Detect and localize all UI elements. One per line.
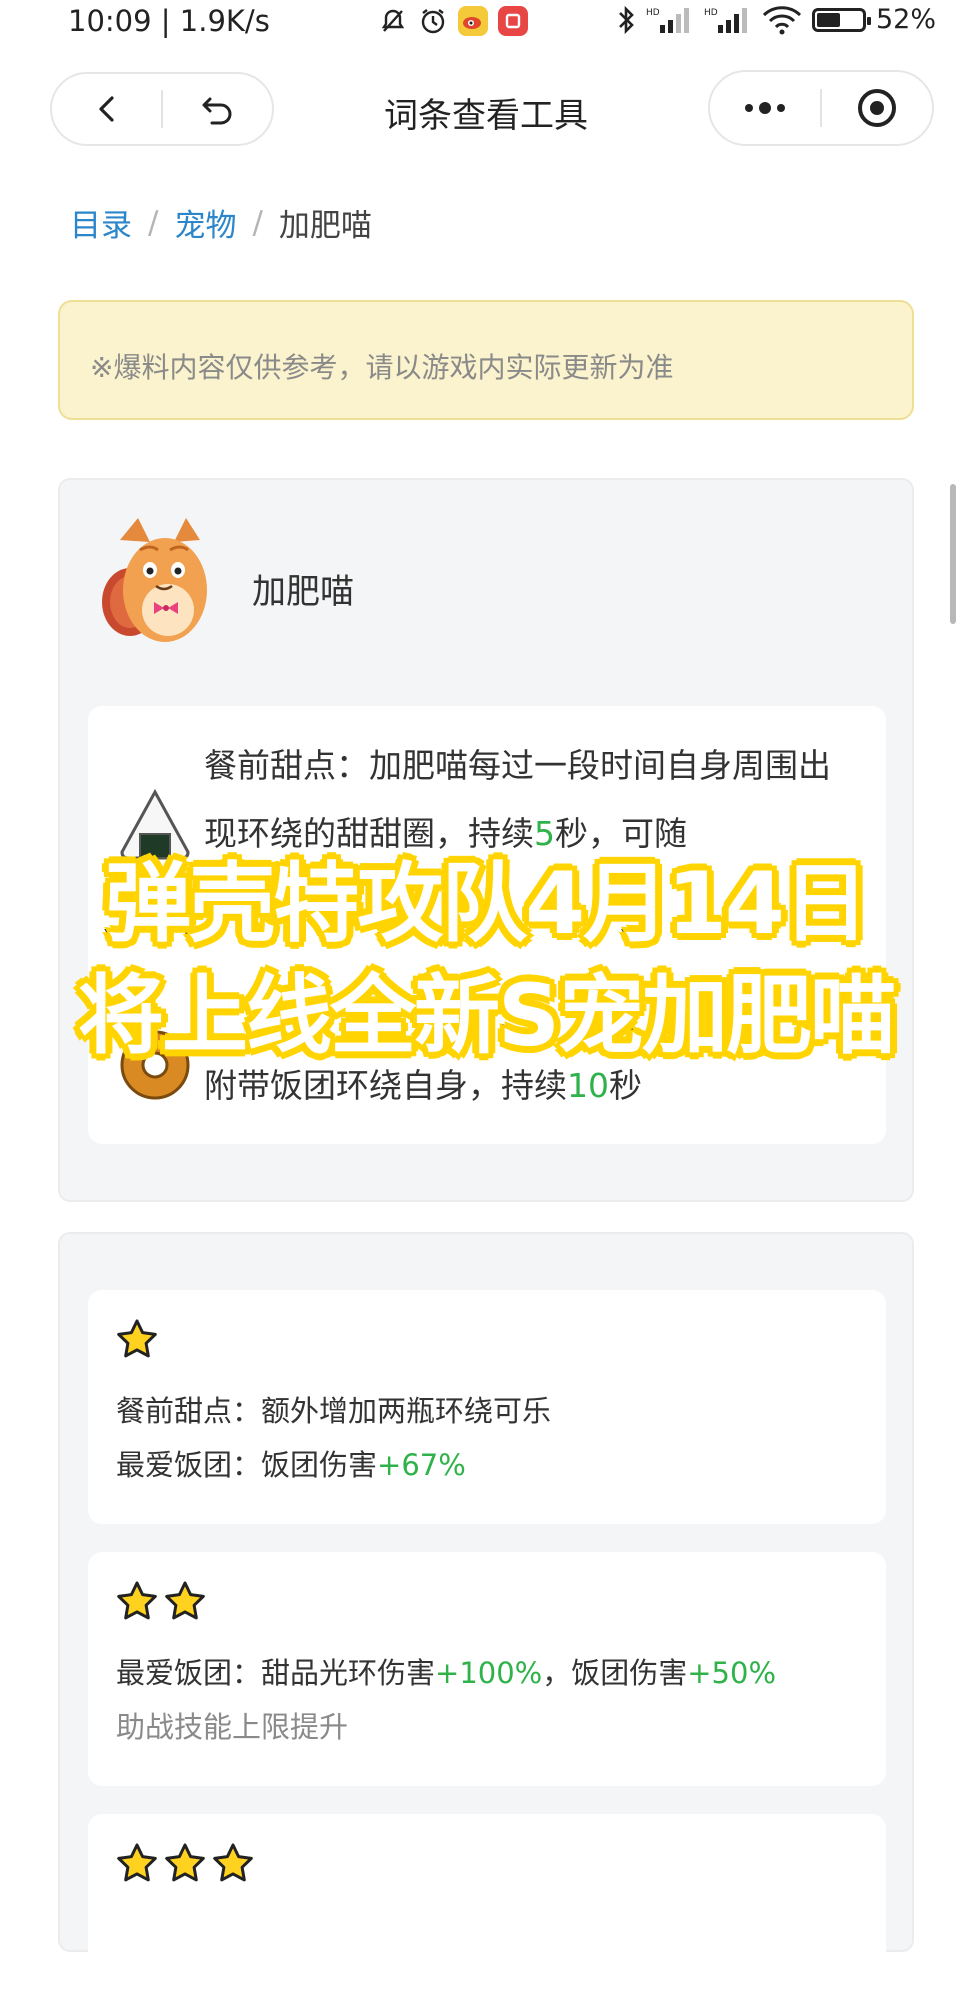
star-level-2: 最爱饭团：甜品光环伤害+100%，饭团伤害+50% 助战技能上限提升 bbox=[88, 1552, 886, 1786]
star-rating-3 bbox=[116, 1842, 254, 1888]
upgrade-value: +100% bbox=[435, 1656, 543, 1690]
weibo-icon bbox=[458, 6, 488, 36]
disclaimer-notice: ※爆料内容仅供参考，请以游戏内实际更新为准 bbox=[58, 300, 914, 420]
skill-1-part-2: 秒，可随 bbox=[555, 814, 687, 853]
signal-2-icon: HD bbox=[704, 7, 747, 33]
more-button[interactable] bbox=[710, 72, 820, 144]
svg-text:HD: HD bbox=[704, 8, 718, 18]
upgrade-text: ，饭团伤害 bbox=[542, 1656, 688, 1690]
pet-avatar-icon bbox=[102, 518, 207, 642]
skill-description-card: 餐前甜点：加肥喵每过一段时间自身周围出现环绕的甜甜圈，持续5秒，可随 附带饭团环… bbox=[88, 706, 886, 1144]
upgrade-value: +50% bbox=[687, 1656, 777, 1690]
pet-name: 加肥喵 bbox=[252, 572, 354, 612]
skill-1-part-1: 餐前甜点：加肥喵每过一段时间自身周围出现环绕的甜甜圈，持续 bbox=[204, 746, 831, 853]
skill-1-duration: 5 bbox=[534, 814, 555, 853]
battery-icon bbox=[811, 7, 871, 32]
status-bar: 10:09 | 1.9K/s HD HD 52% bbox=[0, 0, 972, 44]
battery-percent: 52% bbox=[875, 4, 936, 35]
upgrade-line: 餐前甜点：额外增加两瓶环绕可乐 bbox=[116, 1388, 551, 1430]
star-icon bbox=[164, 1842, 206, 1888]
pet-card: 加肥喵 餐前甜点：加肥喵每过一段时间自身周围出现环绕的甜甜圈，持续5秒，可随 附… bbox=[58, 478, 914, 1202]
upgrade-value: +67% bbox=[377, 1448, 466, 1482]
breadcrumb-separator: / bbox=[148, 204, 159, 241]
more-dots-icon bbox=[745, 102, 785, 114]
star-level-3 bbox=[88, 1814, 886, 2014]
breadcrumb-current: 加肥喵 bbox=[278, 208, 372, 244]
skill-text-2: 附带饭团环绕自身，持续10秒 bbox=[204, 1052, 860, 1120]
star-icon bbox=[116, 1842, 158, 1888]
upgrade-line: 最爱饭团：甜品光环伤害+100%，饭团伤害+50% bbox=[116, 1650, 776, 1692]
breadcrumb-catalog-link[interactable]: 目录 bbox=[70, 200, 132, 245]
alarm-icon bbox=[418, 6, 448, 36]
mute-icon bbox=[378, 6, 408, 36]
upgrade-text: 最爱饭团：饭团伤害 bbox=[116, 1448, 378, 1482]
upgrade-text: 助战技能上限提升 bbox=[116, 1710, 349, 1744]
status-system-icons: HD HD 52% bbox=[616, 4, 936, 35]
star-rating-1 bbox=[116, 1318, 158, 1364]
star-icon bbox=[116, 1318, 158, 1364]
donut-icon bbox=[120, 1030, 190, 1100]
breadcrumb-separator: / bbox=[252, 204, 263, 241]
rice-ball-icon bbox=[120, 788, 190, 860]
upgrade-line: 最爱饭团：饭团伤害+67% bbox=[116, 1442, 466, 1484]
skill-2-duration: 10 bbox=[567, 1066, 609, 1105]
app-notification-icon bbox=[498, 6, 528, 36]
breadcrumb-pets-link[interactable]: 宠物 bbox=[174, 200, 236, 245]
skill-text-1: 餐前甜点：加肥喵每过一段时间自身周围出现环绕的甜甜圈，持续5秒，可随 bbox=[204, 732, 860, 868]
upgrade-line: 助战技能上限提升 bbox=[116, 1704, 348, 1746]
disclaimer-text: ※爆料内容仅供参考，请以游戏内实际更新为准 bbox=[90, 351, 674, 384]
scrollbar-thumb[interactable] bbox=[950, 484, 956, 624]
star-upgrades-card: 餐前甜点：额外增加两瓶环绕可乐 最爱饭团：饭团伤害+67% 最爱饭团：甜品光环伤… bbox=[58, 1232, 914, 2014]
status-notification-icons bbox=[378, 6, 528, 36]
star-icon bbox=[164, 1580, 206, 1626]
nav-right-capsule bbox=[708, 70, 934, 146]
star-level-1: 餐前甜点：额外增加两瓶环绕可乐 最爱饭团：饭团伤害+67% bbox=[88, 1290, 886, 1524]
upgrade-text: 最爱饭团：甜品光环伤害 bbox=[116, 1656, 436, 1690]
nav-bar: 词条查看工具 bbox=[0, 60, 972, 158]
skill-2-part-2: 秒 bbox=[609, 1066, 642, 1105]
bluetooth-icon bbox=[619, 5, 634, 34]
star-icon bbox=[212, 1842, 254, 1888]
status-time: 10:09 | 1.9K/s bbox=[68, 4, 270, 38]
skill-2-part-1: 附带饭团环绕自身，持续 bbox=[204, 1066, 567, 1105]
star-icon bbox=[116, 1580, 158, 1626]
svg-text:HD: HD bbox=[646, 8, 660, 18]
breadcrumb: 目录 / 宠物 / 加肥喵 bbox=[70, 200, 372, 245]
wifi-icon bbox=[762, 5, 802, 34]
target-icon bbox=[858, 89, 896, 127]
close-miniprogram-button[interactable] bbox=[822, 72, 932, 144]
star-rating-2 bbox=[116, 1580, 206, 1626]
signal-icon: HD bbox=[646, 7, 689, 33]
upgrade-text: 餐前甜点：额外增加两瓶环绕可乐 bbox=[116, 1394, 552, 1428]
